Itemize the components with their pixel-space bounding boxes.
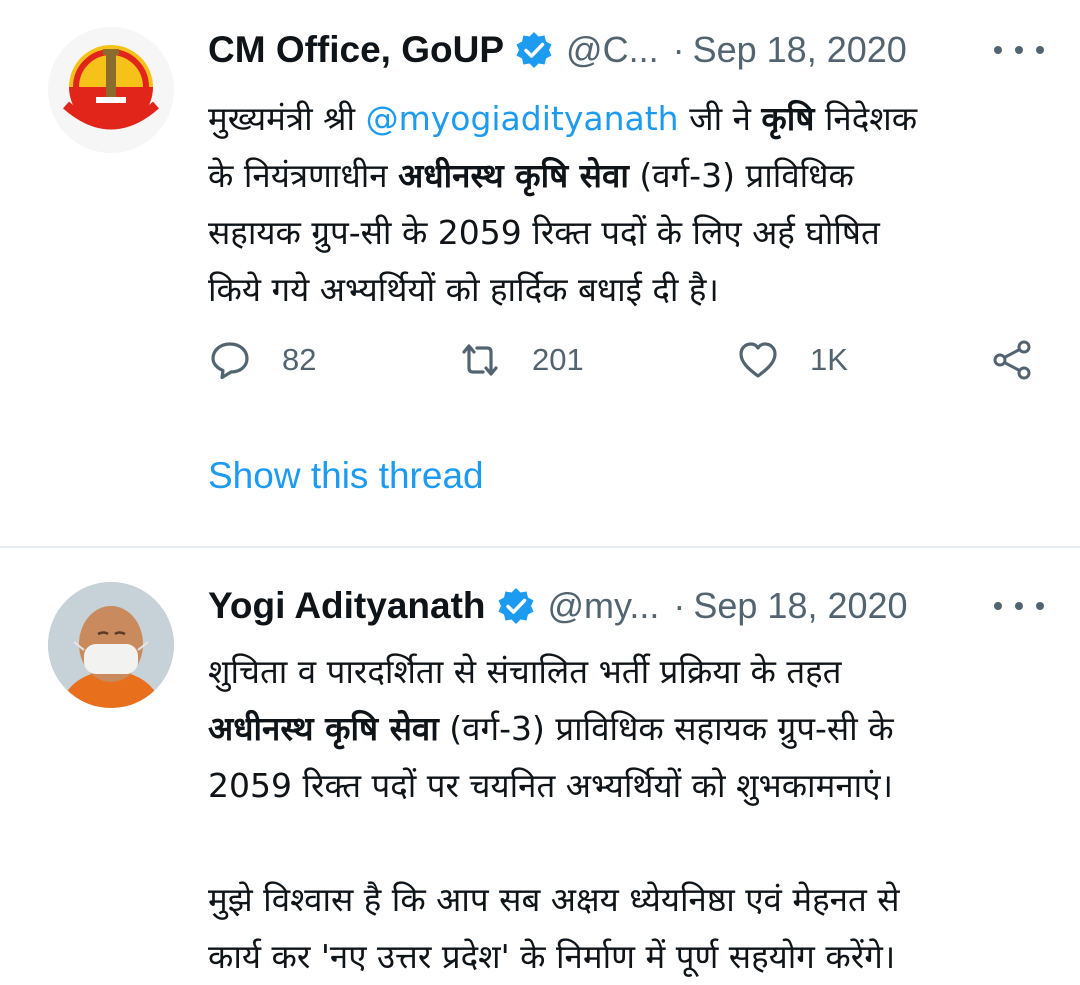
like-icon [739,342,777,378]
text-segment: (वर्ग-3) प्राविधिक [628,156,854,195]
text-segment: मुझे विश्वास है कि आप सब अक्षय ध्येयनिष्… [208,880,900,919]
text-segment: जी ने [678,99,762,138]
tweet-actions: 82 201 1K [208,330,1040,390]
text-segment: शुचिता व पारदर्शिता से संचालित भर्ती प्र… [208,652,842,691]
author-name[interactable]: Yogi Adityanath [208,585,486,627]
share-icon [993,340,1031,380]
verified-badge-icon [496,586,536,626]
tweet-date[interactable]: Sep 18, 2020 [693,585,907,627]
separator-dot: · [673,585,686,626]
author-name[interactable]: CM Office, GoUP [208,29,504,71]
text-segment: के नियंत्रणाधीन [208,156,399,195]
avatar[interactable] [48,27,174,153]
text-segment: (वर्ग-3) प्राविधिक सहायक ग्रुप-सी के [438,709,894,748]
like-button[interactable]: 1K [736,330,848,390]
tweet-text-line: मुझे विश्वास है कि आप सब अक्षय ध्येयनिष्… [208,871,1068,928]
tweet-text-line: किये गये अभ्यर्थियों को हार्दिक बधाई दी … [208,261,1068,318]
author-handle[interactable]: @my... [548,585,660,627]
bold-text: अधीनस्थ कृषि सेवा [398,156,629,195]
text-segment: मुख्यमंत्री श्री [208,99,366,138]
retweet-icon [462,344,498,376]
emblem-logo [48,27,174,153]
text-segment: 2059 रिक्त पदों पर चयनित अभ्यर्थियों को … [208,766,893,805]
avatar[interactable] [48,582,174,708]
tweet-text-line: मुख्यमंत्री श्री @myogiadityanath जी ने … [208,90,1068,147]
reply-count: 82 [282,342,317,377]
text-segment: सहायक ग्रुप-सी के 2059 रिक्त पदों के लिए… [208,213,880,252]
text-segment: किये गये अभ्यर्थियों को हार्दिक बधाई दी … [208,270,719,309]
tweet-text: मुख्यमंत्री श्री @myogiadityanath जी ने … [208,90,1068,318]
separator-dot: · [672,29,685,70]
profile-photo [48,582,174,708]
tweet-yogi-adityanath[interactable]: Yogi Adityanath @my... · Sep 18, 2020 शु… [0,548,1080,976]
tweet-text-line: कार्य कर 'नए उत्तर प्रदेश' के निर्माण मे… [208,928,1068,985]
more-options-icon[interactable] [994,30,1044,70]
reply-button[interactable]: 82 [208,330,316,390]
retweet-count: 201 [532,342,584,377]
tweet-text-line: शुचिता व पारदर्शिता से संचालित भर्ती प्र… [208,643,1068,700]
tweet-text-line: के नियंत्रणाधीन अधीनस्थ कृषि सेवा (वर्ग-… [208,147,1068,204]
text-segment: निदेशक [814,99,918,138]
paragraph-break [208,814,1068,871]
tweet-date[interactable]: Sep 18, 2020 [693,29,907,71]
mention-link[interactable]: @myogiadityanath [366,99,679,138]
tweet-header: Yogi Adityanath @my... · Sep 18, 2020 [208,576,1050,636]
more-options-icon[interactable] [994,586,1044,626]
tweet-text-line: 2059 रिक्त पदों पर चयनित अभ्यर्थियों को … [208,757,1068,814]
tweet-header: CM Office, GoUP @C... · Sep 18, 2020 [208,20,1050,80]
verified-badge-icon [514,30,554,70]
retweet-button[interactable]: 201 [458,330,584,390]
author-handle[interactable]: @C... [566,29,659,71]
tweet-text-line: सहायक ग्रुप-सी के 2059 रिक्त पदों के लिए… [208,204,1068,261]
reply-icon [211,342,249,380]
tweet-text: शुचिता व पारदर्शिता से संचालित भर्ती प्र… [208,643,1068,985]
show-thread-link[interactable]: Show this thread [208,455,484,497]
tweet-text-line: अधीनस्थ कृषि सेवा (वर्ग-3) प्राविधिक सहा… [208,700,1068,757]
bold-text: अधीनस्थ कृषि सेवा [208,709,439,748]
like-count: 1K [810,342,848,377]
bold-text: कृषि [761,99,815,138]
tweet-cm-office[interactable]: CM Office, GoUP @C... · Sep 18, 2020 मुख… [0,0,1080,546]
text-segment: कार्य कर 'नए उत्तर प्रदेश' के निर्माण मे… [208,937,896,976]
share-button[interactable] [990,330,1034,390]
